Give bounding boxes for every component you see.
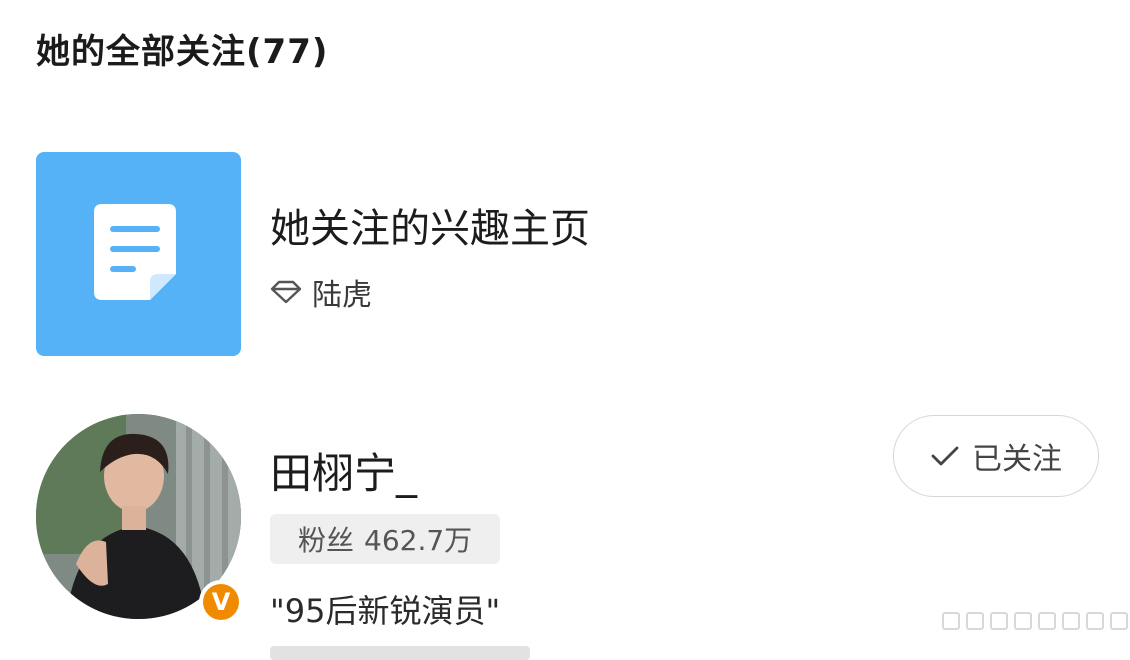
fans-label: 粉丝: [298, 524, 355, 557]
fans-count: 462.7万: [364, 524, 473, 557]
truncated-next-line: [270, 646, 530, 660]
interest-tag-label: 陆虎: [312, 278, 372, 313]
user-description: "95后新锐演员": [270, 592, 501, 630]
diamond-icon: [270, 280, 302, 304]
following-button-label: 已关注: [972, 442, 1062, 477]
verified-badge-icon: V: [199, 580, 243, 624]
checkmark-icon: [931, 446, 959, 466]
page-title: 她的全部关注(77): [36, 32, 329, 72]
fans-count-badge: 粉丝 462.7万: [270, 514, 501, 564]
interest-page-subtitle: 陆虎: [270, 274, 372, 313]
interest-page-title[interactable]: 她关注的兴趣主页: [270, 196, 590, 254]
following-button[interactable]: 已关注: [893, 415, 1099, 497]
watermark: [942, 612, 1128, 630]
user-name[interactable]: 田栩宁_: [270, 440, 417, 501]
interest-page-tile[interactable]: [36, 152, 241, 356]
document-icon: [94, 204, 176, 300]
